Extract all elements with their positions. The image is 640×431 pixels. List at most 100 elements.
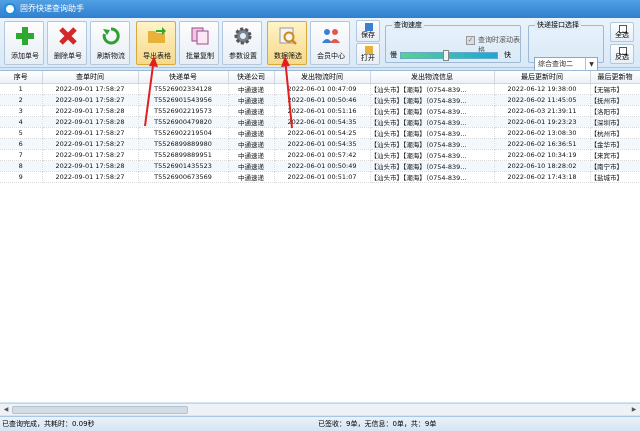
cell-last-update-time: 2022-06-02 17:43:18 — [494, 171, 591, 183]
cell-tracking-number: T5526902334128 — [138, 83, 229, 95]
member-center-label: 会员中心 — [317, 52, 345, 60]
column-header-index[interactable]: 序号 — [0, 71, 43, 84]
select-all-label: 全选 — [615, 31, 629, 39]
delete-number-label: 删除单号 — [54, 52, 82, 60]
cell-last-update-info: 【来宾市】 — [590, 149, 640, 161]
column-header-ship-info[interactable]: 发出物流信息 — [370, 71, 495, 84]
cell-last-update-info: 【金华市】 — [590, 138, 640, 150]
export-table-button[interactable]: 导出表格 — [136, 21, 176, 65]
open-label: 打开 — [361, 54, 375, 62]
cell-query-time: 2022-09-01 17:58:28 — [42, 116, 139, 128]
cell-last-update-info: 【深圳市】 — [590, 116, 640, 128]
export-table-label: 导出表格 — [143, 52, 171, 60]
column-header-last-update-info[interactable]: 最后更新物 — [590, 71, 640, 84]
cell-tracking-number: T5526901435523 — [138, 160, 229, 172]
scroll-left-icon[interactable]: ◀ — [1, 405, 11, 415]
cell-tracking-number: T5526899889951 — [138, 149, 229, 161]
column-header-company[interactable]: 快递公司 — [228, 71, 275, 84]
open-folder-icon — [365, 46, 373, 54]
cell-ship-time: 2022-06-01 00:54:35 — [274, 138, 371, 150]
cell-last-update-time: 2022-06-12 19:38:00 — [494, 83, 591, 95]
cell-index: 9 — [0, 171, 43, 183]
batch-copy-button[interactable]: 批量复制 — [179, 21, 219, 65]
table-row[interactable]: 3 2022-09-01 17:58:28 T5526902219573 中通速递 20… — [0, 105, 640, 117]
cell-last-update-info: 【杭州市】 — [590, 127, 640, 139]
members-icon — [321, 26, 341, 46]
data-filter-label: 数据筛选 — [274, 52, 302, 60]
cell-last-update-info: 【盐城市】 — [590, 171, 640, 183]
cell-index: 1 — [0, 83, 43, 95]
column-header-last-update-time[interactable]: 最后更新时间 — [494, 71, 591, 84]
table-row[interactable]: 7 2022-09-01 17:58:27 T5526899889951 中通速递 20… — [0, 149, 640, 161]
cell-last-update-info: 【无锡市】 — [590, 83, 640, 95]
open-button[interactable]: 打开 — [356, 43, 380, 65]
cell-query-time: 2022-09-01 17:58:27 — [42, 127, 139, 139]
status-summary-text: 已签收：9单，无信息：0单，共：9单 — [318, 420, 437, 428]
cell-query-time: 2022-09-01 17:58:27 — [42, 94, 139, 106]
cell-ship-info: 【汕头市】【潮海】（0754-839... — [370, 116, 495, 128]
member-center-button[interactable]: 会员中心 — [310, 21, 350, 65]
column-header-query-time[interactable]: 查单时间 — [42, 71, 139, 84]
cell-query-time: 2022-09-01 17:58:28 — [42, 160, 139, 172]
window-title: 固乔快递查询助手 — [20, 4, 84, 13]
settings-label: 参数设置 — [229, 52, 257, 60]
speed-slider[interactable] — [400, 50, 498, 61]
horizontal-scrollbar[interactable]: ◀ ▶ — [0, 403, 640, 415]
table-row[interactable]: 8 2022-09-01 17:58:28 T5526901435523 中通速递 20… — [0, 160, 640, 172]
cell-query-time: 2022-09-01 17:58:27 — [42, 138, 139, 150]
table-row[interactable]: 5 2022-09-01 17:58:27 T5526902219504 中通速递 20… — [0, 127, 640, 139]
cell-index: 2 — [0, 94, 43, 106]
cell-ship-info: 【汕头市】【潮海】（0754-839... — [370, 105, 495, 117]
query-speed-group: 查询速度 ✓ 查询时滚动表格 慢 快 — [385, 20, 521, 63]
cell-tracking-number: T5526902219573 — [138, 105, 229, 117]
column-header-tracking-number[interactable]: 快递单号 — [138, 71, 229, 84]
scrollbar-thumb[interactable] — [12, 406, 188, 414]
cell-index: 4 — [0, 116, 43, 128]
batch-copy-label: 批量复制 — [186, 52, 214, 60]
table-row[interactable]: 9 2022-09-01 17:58:27 T5526900673569 中通速递 20… — [0, 171, 640, 183]
column-header-ship-time[interactable]: 发出物流时间 — [274, 71, 371, 84]
invert-select-button[interactable]: 反选 — [610, 44, 634, 64]
cell-company: 中通速递 — [228, 160, 275, 172]
results-table: 序号 查单时间 快递单号 快递公司 发出物流时间 发出物流信息 最后更新时间 最… — [0, 70, 640, 402]
cell-ship-info: 【汕头市】【潮海】（0754-839... — [370, 94, 495, 106]
cell-last-update-info: 【南宁市】 — [590, 160, 640, 172]
table-row[interactable]: 1 2022-09-01 17:58:27 T5526902334128 中通速递 20… — [0, 83, 640, 95]
cell-company: 中通速递 — [228, 149, 275, 161]
delete-number-button[interactable]: 删除单号 — [47, 21, 87, 65]
cell-last-update-time: 2022-06-02 10:34:19 — [494, 149, 591, 161]
add-number-button[interactable]: 添加单号 — [4, 21, 44, 65]
invert-select-label: 反选 — [615, 53, 629, 61]
settings-button[interactable]: 参数设置 — [222, 21, 262, 65]
cell-ship-time: 2022-06-01 00:50:46 — [274, 94, 371, 106]
cell-last-update-time: 2022-06-02 11:45:05 — [494, 94, 591, 106]
speed-slider-thumb[interactable] — [443, 50, 449, 61]
api-selected-value: 综合查询二 — [538, 60, 573, 68]
save-button[interactable]: 保存 — [356, 20, 380, 42]
cell-tracking-number: T5526900673569 — [138, 171, 229, 183]
data-filter-button[interactable]: 数据筛选 — [267, 21, 307, 65]
cell-last-update-time: 2022-06-10 18:28:02 — [494, 160, 591, 172]
select-all-button[interactable]: 全选 — [610, 22, 634, 42]
toolbar: 添加单号 删除单号 刷新物流 导出表格 批量复制 参数设置 数据筛选 会员中心 … — [0, 18, 640, 72]
table-row[interactable]: 4 2022-09-01 17:58:28 T5526900479820 中通速递 20… — [0, 116, 640, 128]
table-row[interactable]: 6 2022-09-01 17:58:27 T5526899889980 中通速递 20… — [0, 138, 640, 150]
cell-company: 中通速递 — [228, 138, 275, 150]
refresh-logistics-button[interactable]: 刷新物流 — [90, 21, 130, 65]
scroll-right-icon[interactable]: ▶ — [629, 405, 639, 415]
x-icon — [58, 26, 78, 46]
save-icon — [365, 23, 373, 31]
export-folder-icon — [147, 26, 167, 46]
app-logo-icon — [4, 3, 16, 15]
cell-index: 3 — [0, 105, 43, 117]
cell-ship-info: 【汕头市】【潮海】（0754-839... — [370, 160, 495, 172]
gear-icon — [233, 26, 253, 46]
filter-icon — [278, 26, 298, 46]
cell-ship-info: 【汕头市】【潮海】（0754-839... — [370, 171, 495, 183]
table-row[interactable]: 2 2022-09-01 17:58:27 T5526901543956 中通速递 20… — [0, 94, 640, 106]
cell-index: 7 — [0, 149, 43, 161]
cell-tracking-number: T5526900479820 — [138, 116, 229, 128]
cell-index: 5 — [0, 127, 43, 139]
scroll-table-checkbox[interactable]: ✓ — [466, 36, 475, 45]
cell-tracking-number: T5526899889980 — [138, 138, 229, 150]
